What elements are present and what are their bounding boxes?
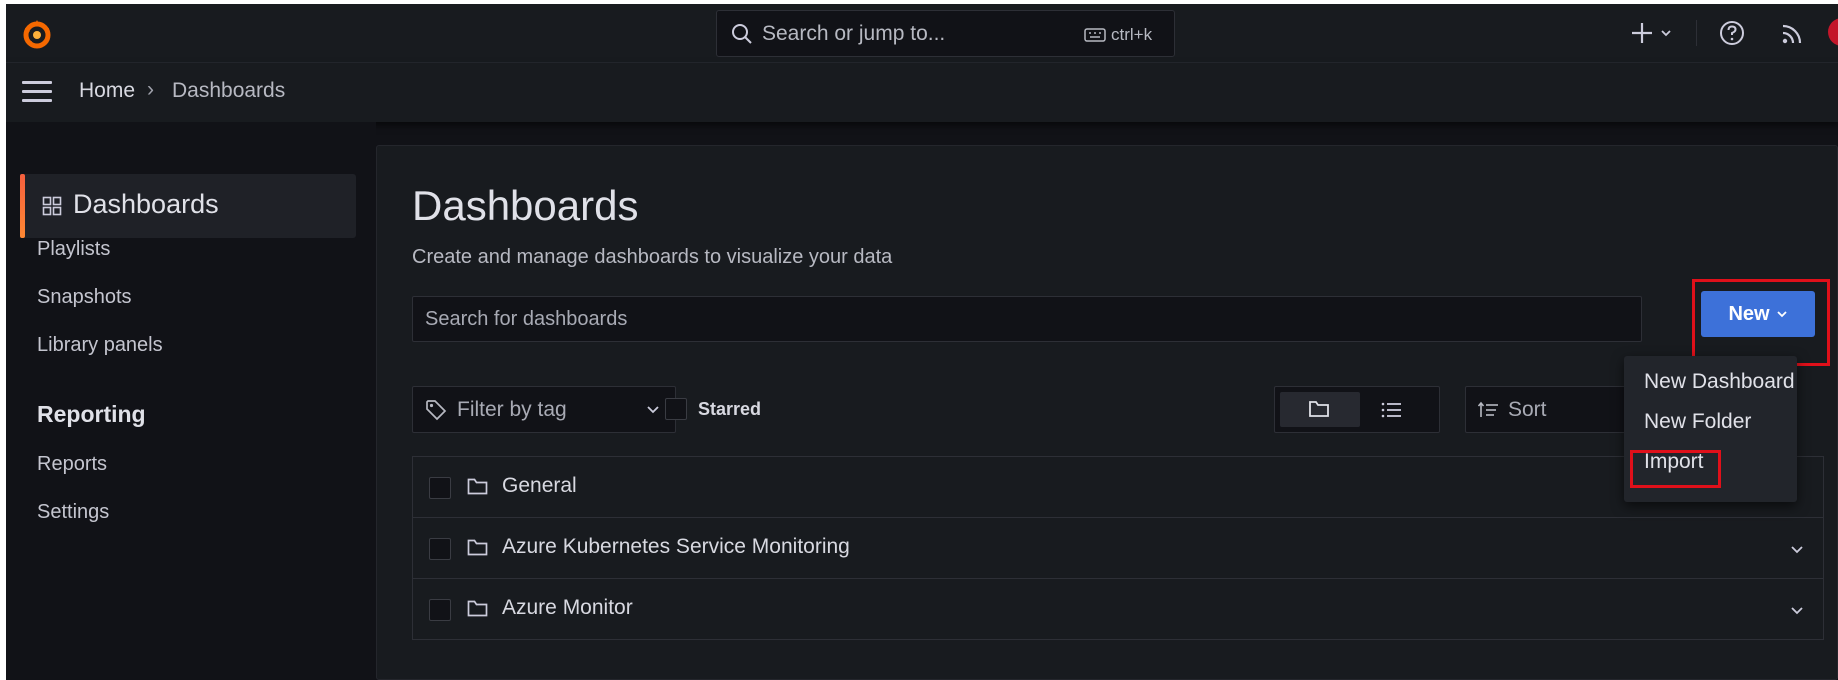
breadcrumb-separator: › xyxy=(147,78,154,101)
folder-name: Azure Kubernetes Service Monitoring xyxy=(502,535,850,558)
search-icon xyxy=(732,24,752,44)
starred-label[interactable]: Starred xyxy=(698,399,761,420)
toolbar-divider xyxy=(1696,20,1697,46)
tag-filter-placeholder: Filter by tag xyxy=(457,398,567,421)
dashboards-page: Dashboards Create and manage dashboards … xyxy=(376,145,1838,680)
sort-select[interactable]: Sort xyxy=(1465,386,1635,433)
folder-icon xyxy=(1309,401,1329,417)
grafana-logo-icon[interactable] xyxy=(19,16,55,52)
help-icon[interactable] xyxy=(1719,20,1745,46)
sidebar-item-settings[interactable]: Settings xyxy=(37,501,109,524)
user-avatar[interactable] xyxy=(1828,18,1838,46)
folder-checkbox[interactable] xyxy=(429,599,451,621)
folder-row[interactable]: Azure Kubernetes Service Monitoring xyxy=(412,517,1824,579)
rss-icon[interactable] xyxy=(1780,22,1804,46)
add-new-menu-button[interactable] xyxy=(1632,19,1686,47)
keyboard-shortcut-hint: ctrl+k xyxy=(1084,25,1152,45)
sidebar-item-playlists[interactable]: Playlists xyxy=(37,238,110,261)
chevron-down-icon xyxy=(1776,311,1787,318)
import-highlight xyxy=(1630,450,1721,488)
tag-icon xyxy=(426,400,447,421)
new-button[interactable]: New xyxy=(1701,291,1815,337)
keyboard-icon xyxy=(1084,28,1106,42)
chevron-down-icon[interactable] xyxy=(1789,601,1805,619)
folder-checkbox[interactable] xyxy=(429,477,451,499)
starred-checkbox[interactable] xyxy=(665,398,687,420)
folder-name: General xyxy=(502,474,577,497)
view-mode-toggle xyxy=(1274,386,1440,433)
tag-filter-select[interactable]: Filter by tag xyxy=(412,386,676,433)
page-subtitle: Create and manage dashboards to visualiz… xyxy=(412,246,893,268)
sidebar-item-snapshots[interactable]: Snapshots xyxy=(37,286,132,309)
folder-icon xyxy=(467,600,488,617)
global-search-placeholder: Search or jump to... xyxy=(762,21,946,45)
sidebar-item-dashboards[interactable]: Dashboards xyxy=(20,174,356,238)
chevron-down-icon[interactable] xyxy=(1789,540,1805,558)
menu-item-new-dashboard[interactable]: New Dashboard xyxy=(1644,370,1795,394)
app-window: Search or jump to... ctrl+k Home › Dashb… xyxy=(6,4,1838,680)
page-title: Dashboards xyxy=(412,182,639,229)
section-nav-sidebar: Dashboards Playlists Snapshots Library p… xyxy=(6,122,376,680)
folder-list: General Azure Kubernetes Service Monitor… xyxy=(412,456,1824,680)
folder-view-option[interactable] xyxy=(1280,392,1360,427)
folder-row[interactable]: General xyxy=(412,456,1824,518)
folder-checkbox[interactable] xyxy=(429,538,451,560)
folder-icon xyxy=(467,539,488,556)
breadcrumb-home[interactable]: Home xyxy=(79,79,135,103)
active-indicator xyxy=(20,174,25,238)
menu-item-new-folder[interactable]: New Folder xyxy=(1644,410,1751,434)
breadcrumb-current: Dashboards xyxy=(172,79,286,102)
folder-icon xyxy=(467,478,488,495)
chevron-down-icon xyxy=(1661,30,1671,37)
chevron-down-icon xyxy=(647,406,659,414)
top-nav-bar: Search or jump to... ctrl+k xyxy=(6,4,1838,62)
dashboard-search-input[interactable] xyxy=(413,297,1641,341)
breadcrumb-bar: Home › Dashboards xyxy=(6,62,1838,122)
sidebar-item-label: Dashboards xyxy=(73,189,219,219)
menu-toggle-icon[interactable] xyxy=(22,81,52,103)
new-button-label: New xyxy=(1728,302,1770,325)
folder-row[interactable]: Azure Monitor xyxy=(412,578,1824,640)
sort-amount-up-icon xyxy=(1478,401,1498,417)
folder-name: Azure Monitor xyxy=(502,596,633,619)
apps-grid-icon xyxy=(42,196,62,216)
sidebar-section-reporting[interactable]: Reporting xyxy=(37,401,146,428)
list-view-icon[interactable] xyxy=(1380,399,1404,421)
sidebar-item-library-panels[interactable]: Library panels xyxy=(37,334,163,357)
shortcut-text: ctrl+k xyxy=(1111,25,1153,44)
sidebar-item-reports[interactable]: Reports xyxy=(37,453,107,476)
dashboard-search-field[interactable] xyxy=(412,296,1642,342)
global-search-box[interactable]: Search or jump to... ctrl+k xyxy=(716,10,1175,57)
sort-placeholder: Sort xyxy=(1508,398,1547,421)
plus-icon xyxy=(1632,23,1652,43)
